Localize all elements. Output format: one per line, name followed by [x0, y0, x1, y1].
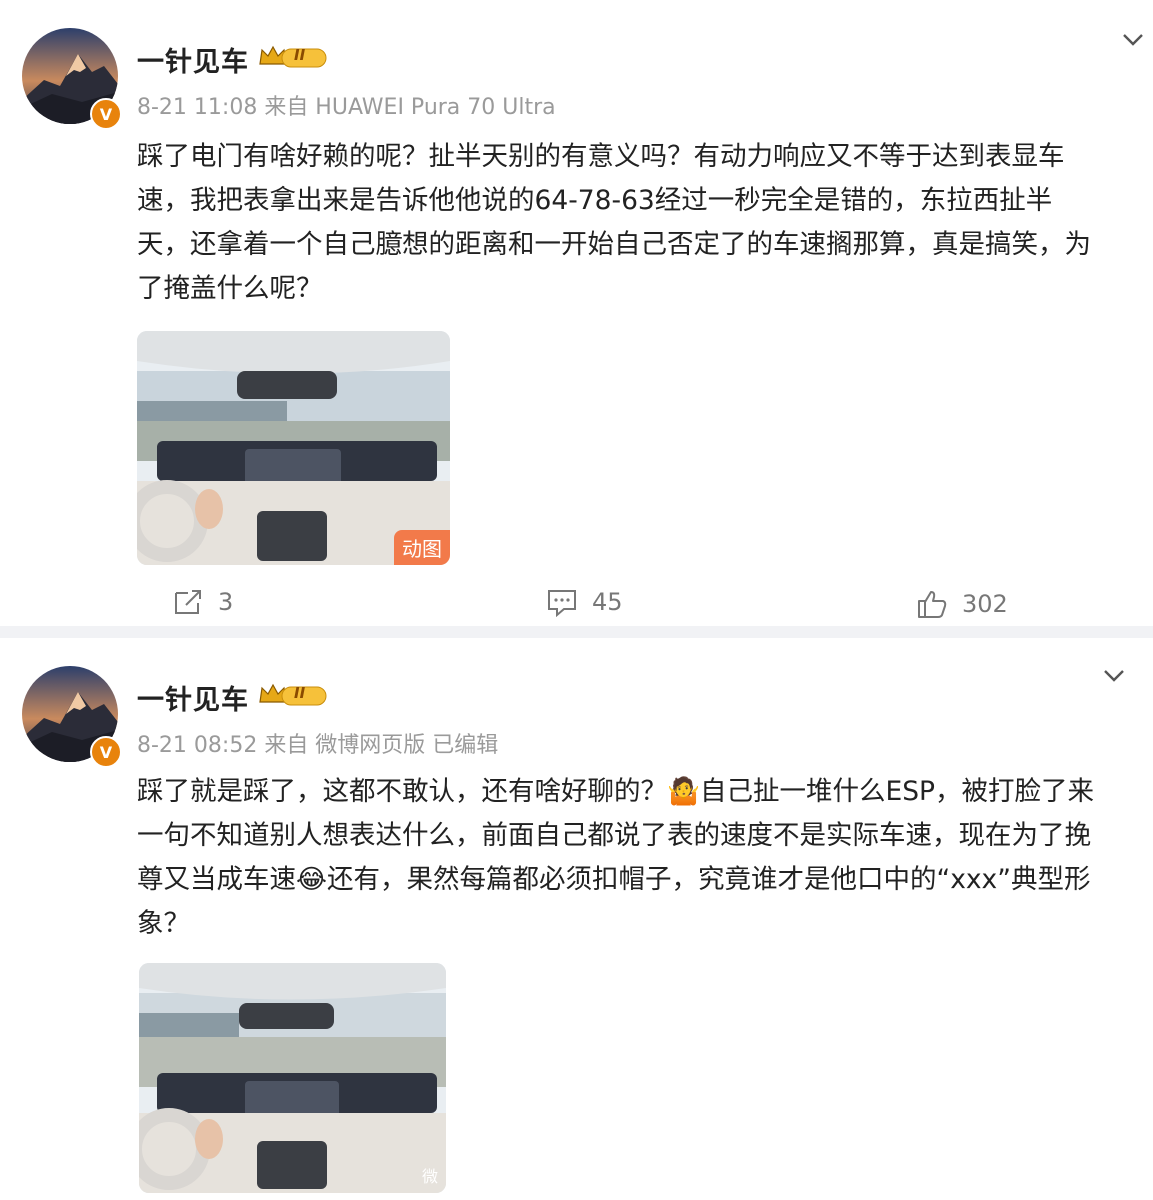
comment-button[interactable]: 45 [546, 587, 623, 617]
verified-v-icon: V [90, 98, 122, 130]
crown-level-icon: II [258, 682, 328, 708]
like-icon [918, 591, 947, 618]
chevron-down-icon[interactable] [1120, 26, 1146, 52]
post-text: 踩了就是踩了，这都不敢认，还有啥好聊的？🤷自己扯一堆什么ESP，被打脸了来 一句… [137, 770, 1147, 946]
post-meta: 8-21 11:08 来自 HUAWEI Pura 70 Ultra [137, 95, 556, 120]
post-text-line: 速，我把表拿出来是告诉他他说的64-78-63经过一秒完全是错的，东拉西扯半 [137, 185, 1053, 216]
post-meta: 8-21 08:52 来自 微博网页版 已编辑 [137, 733, 499, 758]
post-divider [0, 626, 1153, 638]
post-text-line: 了掩盖什么呢？ [137, 273, 323, 304]
repost-icon [175, 590, 201, 614]
gif-thumbnail[interactable]: 动图 [137, 331, 450, 565]
comment-count: 45 [592, 588, 623, 616]
comment-icon [548, 590, 576, 617]
repost-count: 3 [218, 588, 234, 616]
post-text: 踩了电门有啥好赖的呢？扯半天别的有意义吗？有动力响应又不等于达到表显车 速，我把… [137, 135, 1147, 311]
post-text-line: 踩了电门有啥好赖的呢？扯半天别的有意义吗？有动力响应又不等于达到表显车 [137, 141, 1065, 172]
level-badge-text: II [294, 684, 306, 702]
crown-level-icon: II [258, 44, 328, 70]
post-text-line: 踩了就是踩了，这都不敢认，还有啥好聊的？🤷自己扯一堆什么ESP，被打脸了来 [137, 776, 1095, 807]
level-badge-text: II [294, 46, 306, 64]
repost-button[interactable]: 3 [172, 587, 233, 617]
weibo-post: V 一针见车 II 8-21 08:52 来自 微博网页版 已编辑 踩了就是踩了… [0, 638, 1153, 1200]
image-thumbnail[interactable]: 微 [139, 963, 446, 1193]
gif-badge: 动图 [394, 530, 450, 565]
post-text-line: 尊又当成车速😂还有，果然每篇都必须扣帽子，究竟谁才是他口中的“xxx”典型形 [137, 864, 1091, 895]
weibo-watermark: 微 [421, 1167, 438, 1186]
weibo-post: V 一针见车 II 8-21 11:08 来自 HUAWEI Pura 70 U… [0, 0, 1153, 626]
author-name[interactable]: 一针见车 [137, 40, 249, 79]
like-button[interactable]: 302 [916, 589, 1008, 619]
post-text-line: 象？ [137, 908, 190, 939]
post-text-line: 天，还拿着一个自己臆想的距离和一开始自己否定了的车速搁那算，真是搞笑，为 [137, 229, 1091, 260]
post-text-line: 一句不知道别人想表达什么，前面自己都说了表的速度不是实际车速，现在为了挽 [137, 820, 1091, 851]
like-count: 302 [962, 590, 1008, 618]
verified-v-icon: V [90, 736, 122, 768]
author-name[interactable]: 一针见车 [137, 678, 249, 717]
chevron-down-icon[interactable] [1101, 662, 1127, 688]
